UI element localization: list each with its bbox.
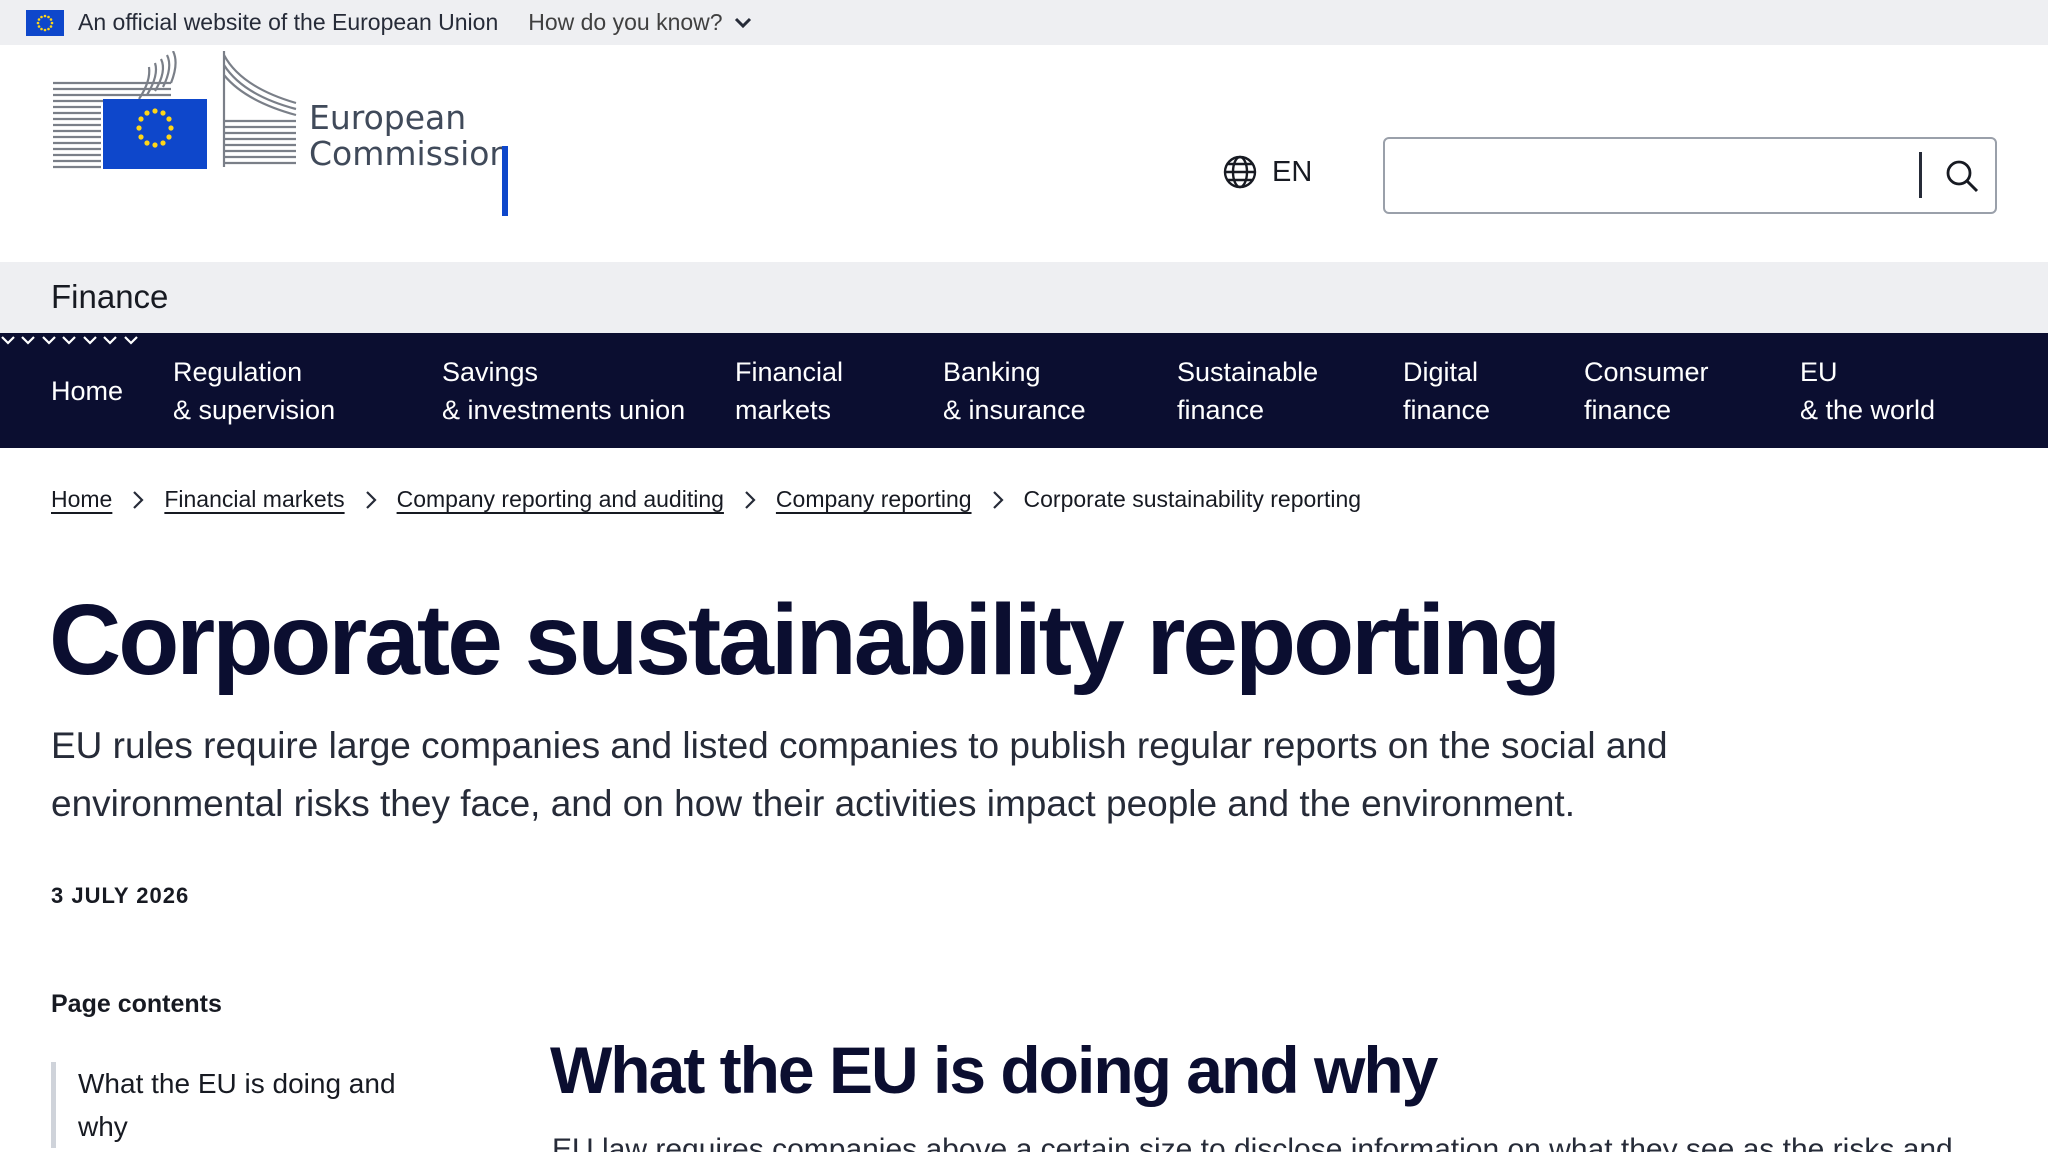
nav-item-financial-markets[interactable]: Financial markets: [735, 333, 843, 448]
breadcrumb-link-home[interactable]: Home: [51, 486, 112, 513]
search-box: [1383, 137, 1997, 214]
page-contents-heading: Page contents: [51, 990, 222, 1018]
official-banner-text: An official website of the European Unio…: [78, 9, 499, 35]
site-name[interactable]: Finance: [51, 278, 168, 316]
breadcrumb-link-financial-markets[interactable]: Financial markets: [164, 486, 344, 513]
nav-item-home[interactable]: Home: [51, 333, 123, 448]
nav-item-regulation-supervision[interactable]: Regulation & supervision: [173, 333, 335, 448]
search-divider: [1919, 152, 1922, 198]
chevron-right-icon: [132, 490, 144, 510]
page-contents-item[interactable]: What the EU is doing and why: [78, 1062, 431, 1148]
main-navigation: Home Regulation & supervision Savings & …: [0, 333, 2048, 448]
nav-item-label: Banking & insurance: [943, 356, 1086, 425]
nav-item-label: Regulation & supervision: [173, 356, 336, 425]
nav-item-consumer-finance[interactable]: Consumer finance: [1584, 333, 1709, 448]
eu-flag-icon: [26, 9, 64, 36]
breadcrumb-link-company-reporting[interactable]: Company reporting: [776, 486, 972, 513]
breadcrumb-link-company-reporting-auditing[interactable]: Company reporting and auditing: [397, 486, 724, 513]
chevron-right-icon: [744, 490, 756, 510]
breadcrumb: Home Financial markets Company reporting…: [51, 486, 1361, 513]
language-code: EN: [1272, 155, 1313, 188]
chevron-right-icon: [992, 490, 1004, 510]
section-title: What the EU is doing and why: [550, 1033, 1438, 1107]
nav-item-label: Home: [51, 375, 124, 406]
globe-icon: [1223, 155, 1257, 189]
nav-item-label: Savings & investments union: [442, 356, 686, 425]
nav-item-savings-investments-union[interactable]: Savings & investments union: [442, 333, 685, 448]
section-paragraph: EU law requires companies above a certai…: [552, 1133, 1953, 1152]
nav-item-banking-insurance[interactable]: Banking & insurance: [943, 333, 1086, 448]
logo-line-european: European: [309, 98, 467, 137]
nav-item-sustainable-finance[interactable]: Sustainable finance: [1177, 333, 1318, 448]
chevron-down-icon[interactable]: [123, 333, 139, 350]
chevron-down-icon[interactable]: [20, 333, 40, 350]
nav-item-label: Digital finance: [1403, 356, 1491, 425]
search-button[interactable]: [1933, 147, 1991, 205]
logo-line-commission: Commission: [309, 134, 511, 173]
chevron-down-icon: [733, 9, 753, 36]
nav-item-digital-finance[interactable]: Digital finance: [1403, 333, 1490, 448]
language-selector[interactable]: EN: [1222, 154, 1312, 190]
how-do-you-know-label: How do you know?: [528, 9, 723, 35]
logo-wordmark: European Commission: [309, 100, 510, 172]
nav-item-label: Sustainable finance: [1177, 356, 1319, 425]
nav-item-eu-the-world[interactable]: EU & the world: [1800, 333, 1935, 448]
chevron-right-icon: [365, 490, 377, 510]
page-title: Corporate sustainability reporting: [49, 584, 1561, 696]
how-do-you-know-toggle[interactable]: How do you know?: [528, 9, 752, 36]
nav-item-label: Financial markets: [735, 356, 844, 425]
publication-date: 3 JULY 2026: [51, 883, 190, 908]
search-input[interactable]: [1397, 149, 1897, 201]
nav-item-label: Consumer finance: [1584, 356, 1709, 425]
logo-accent-bar: [502, 146, 508, 216]
page-contents-list: What the EU is doing and why: [51, 1062, 431, 1148]
chevron-down-icon[interactable]: [0, 333, 20, 350]
breadcrumb-current: Corporate sustainability reporting: [1023, 486, 1362, 512]
page-lead-text: EU rules require large companies and lis…: [51, 725, 1668, 824]
search-icon: [1946, 160, 1979, 193]
official-eu-banner: An official website of the European Unio…: [0, 0, 2048, 45]
site-name-band: Finance: [0, 262, 2048, 333]
nav-item-label: EU & the world: [1800, 356, 1936, 425]
